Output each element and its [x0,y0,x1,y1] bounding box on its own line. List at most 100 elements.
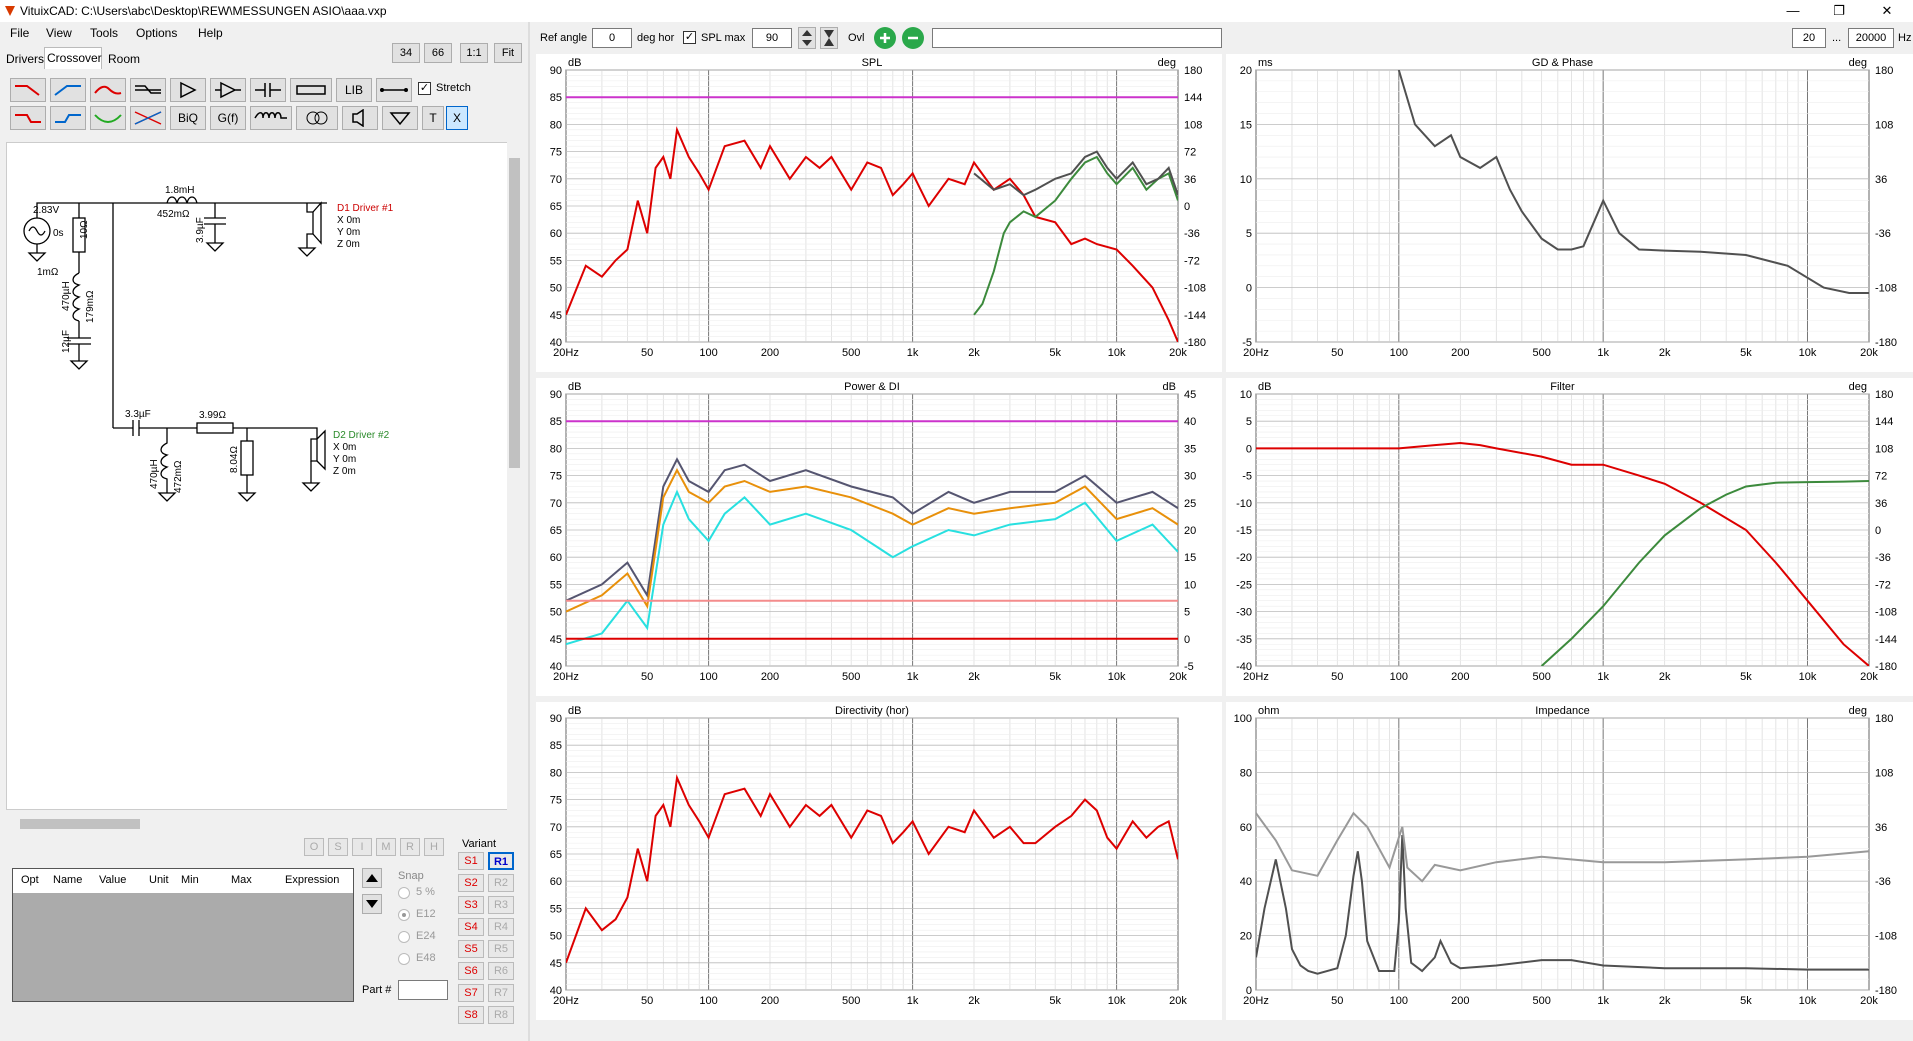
shelf-button[interactable] [130,78,166,102]
part-input[interactable] [398,980,448,1000]
lowpass-step-button[interactable] [10,106,46,130]
chart-svg-5[interactable]: 100 80 60 40 200 180 108 36 -36 -108 -180 20Hz 50 100… [1226,702,1913,1020]
highpass-blue-button[interactable] [50,78,86,102]
minimize-button[interactable]: — [1770,0,1816,22]
highpass-step-button[interactable] [50,106,86,130]
splmax-reset-button[interactable] [820,27,838,49]
bandpass-red-button[interactable] [90,78,126,102]
amplifier-button[interactable] [170,78,206,102]
overlay-select[interactable] [932,28,1222,48]
col-name[interactable]: Name [53,874,82,886]
zoom-fit-button[interactable]: Fit [494,43,522,63]
wire-button[interactable] [376,78,412,102]
variant-s7[interactable]: S7 [458,984,484,1002]
tab-crossover[interactable]: Crossover [44,47,102,69]
variant-r2[interactable]: R2 [488,874,514,892]
freq-from-input[interactable]: 20 [1792,28,1826,48]
snap-e12-radio[interactable] [398,909,410,921]
remove-overlay-button[interactable] [902,27,924,49]
zoom-66-button[interactable]: 66 [424,43,452,63]
splmax-checkbox[interactable]: ✓ [683,31,696,44]
capacitor-button[interactable] [250,78,286,102]
allpass-button[interactable] [130,106,166,130]
col-unit[interactable]: Unit [149,874,169,886]
ground-button[interactable] [382,106,418,130]
variant-r7[interactable]: R7 [488,984,514,1002]
text-button[interactable]: T [422,106,444,130]
tab-room[interactable]: Room [106,49,142,69]
col-opt[interactable]: Opt [21,874,39,886]
schematic-vertical-scrollbar[interactable] [507,142,522,810]
lowpass-red-button[interactable] [10,78,46,102]
variant-r6[interactable]: R6 [488,962,514,980]
power-di-graph[interactable]: 90 85 80 75 70 65 60 55 50 45 40 45 40 35 30 25 20 15 10 5 0… [536,378,1222,696]
snap-5pct-radio[interactable] [398,887,410,899]
variant-s5[interactable]: S5 [458,940,484,958]
add-overlay-button[interactable] [874,27,896,49]
flag-m-button[interactable]: M [376,838,396,856]
buffer-button[interactable] [210,78,246,102]
directivity-graph[interactable]: 90 85 80 75 70 65 60 55 50 45 40 20Hz 50 100 200 500 1k 2… [536,702,1222,1020]
col-min[interactable]: Min [181,874,199,886]
biquad-button[interactable]: BiQ [170,106,206,130]
flag-o-button[interactable]: O [304,838,324,856]
close-button[interactable]: ✕ [1864,0,1910,22]
zoom-34-button[interactable]: 34 [392,43,420,63]
splmax-spinner[interactable] [798,27,816,49]
driver-button[interactable] [342,106,378,130]
variant-r8[interactable]: R8 [488,1006,514,1024]
variant-r1[interactable]: R1 [488,852,514,870]
flag-i-button[interactable]: I [352,838,372,856]
zoom-1to1-button[interactable]: 1:1 [460,43,488,63]
flag-s-button[interactable]: S [328,838,348,856]
stretch-checkbox[interactable]: ✓ [418,82,431,95]
schematic-horizontal-scrollbar[interactable] [6,816,506,832]
menu-view[interactable]: View [46,26,72,40]
parameter-table[interactable]: Opt Name Value Unit Min Max Expression [12,868,354,1002]
transformer-button[interactable] [296,106,338,130]
variant-s2[interactable]: S2 [458,874,484,892]
chart-svg-3[interactable]: 1050-5-10-15-20-25-30-35-401801441087236… [1226,378,1913,696]
move-up-button[interactable] [362,868,382,888]
tab-drivers[interactable]: Drivers [4,49,46,69]
variant-s4[interactable]: S4 [458,918,484,936]
flag-r-button[interactable]: R [400,838,420,856]
x-button[interactable]: X [446,106,468,130]
lib-button[interactable]: LIB [336,78,372,102]
menu-options[interactable]: Options [136,26,177,40]
variant-r4[interactable]: R4 [488,918,514,936]
ref-angle-input[interactable]: 0 [592,28,632,48]
variant-r3[interactable]: R3 [488,896,514,914]
col-expression[interactable]: Expression [285,874,339,886]
variant-r5[interactable]: R5 [488,940,514,958]
col-max[interactable]: Max [231,874,252,886]
inductor-button[interactable] [250,106,292,130]
resistor-button[interactable] [290,78,332,102]
chart-svg-4[interactable]: 908580757065605550454020Hz 50 100 200 500 1k 2… [536,702,1222,1020]
col-value[interactable]: Value [99,874,126,886]
restore-button[interactable]: ❐ [1816,0,1862,22]
flag-h-button[interactable]: H [424,838,444,856]
move-down-button[interactable] [362,894,382,914]
spl-graph[interactable]: 90 85 80 75 70 65 60 55 50 45 40 180 144 108 72 36 0 -36-… [536,54,1222,372]
variant-s3[interactable]: S3 [458,896,484,914]
notch-green-button[interactable] [90,106,126,130]
menu-file[interactable]: File [10,26,29,40]
chart-svg-2[interactable]: 9085807570656055504540454035302520151050… [536,378,1222,696]
variant-s1[interactable]: S1 [458,852,484,870]
impedance-graph[interactable]: 100 80 60 40 20 0 180 108 36 -36 -108 -180 20Hz 50 100… [1226,702,1913,1020]
schematic-canvas[interactable]: 2.83V 0s 1mΩ 10Ω 1.8mH 452mΩ 3.9µF D1 Dr… [6,142,522,810]
crossover-schematic[interactable]: 2.83V 0s 1mΩ 10Ω 1.8mH 452mΩ 3.9µF D1 Dr… [7,143,507,811]
gd-phase-graph[interactable]: 20 15 10 5 0 -5 180 108 36 -36 -108 -180 20Hz 50 100 20… [1226,54,1913,372]
variant-s6[interactable]: S6 [458,962,484,980]
menu-help[interactable]: Help [198,26,223,40]
gf-button[interactable]: G(f) [210,106,246,130]
menu-tools[interactable]: Tools [90,26,118,40]
variant-s8[interactable]: S8 [458,1006,484,1024]
filter-graph[interactable]: 10 5 0 -5 -10 -15 -20 -25 -30 -35 -40 180 144 108 72 36… [1226,378,1913,696]
splmax-input[interactable]: 90 [752,28,792,48]
chart-svg-0[interactable]: 908580757065605550454018014410872360-36-… [536,54,1222,372]
freq-to-input[interactable]: 20000 [1848,28,1894,48]
panel-divider[interactable] [528,22,530,1041]
chart-svg-1[interactable]: 20151050-518010836-36-108-18020Hz 50 100 20… [1226,54,1913,372]
